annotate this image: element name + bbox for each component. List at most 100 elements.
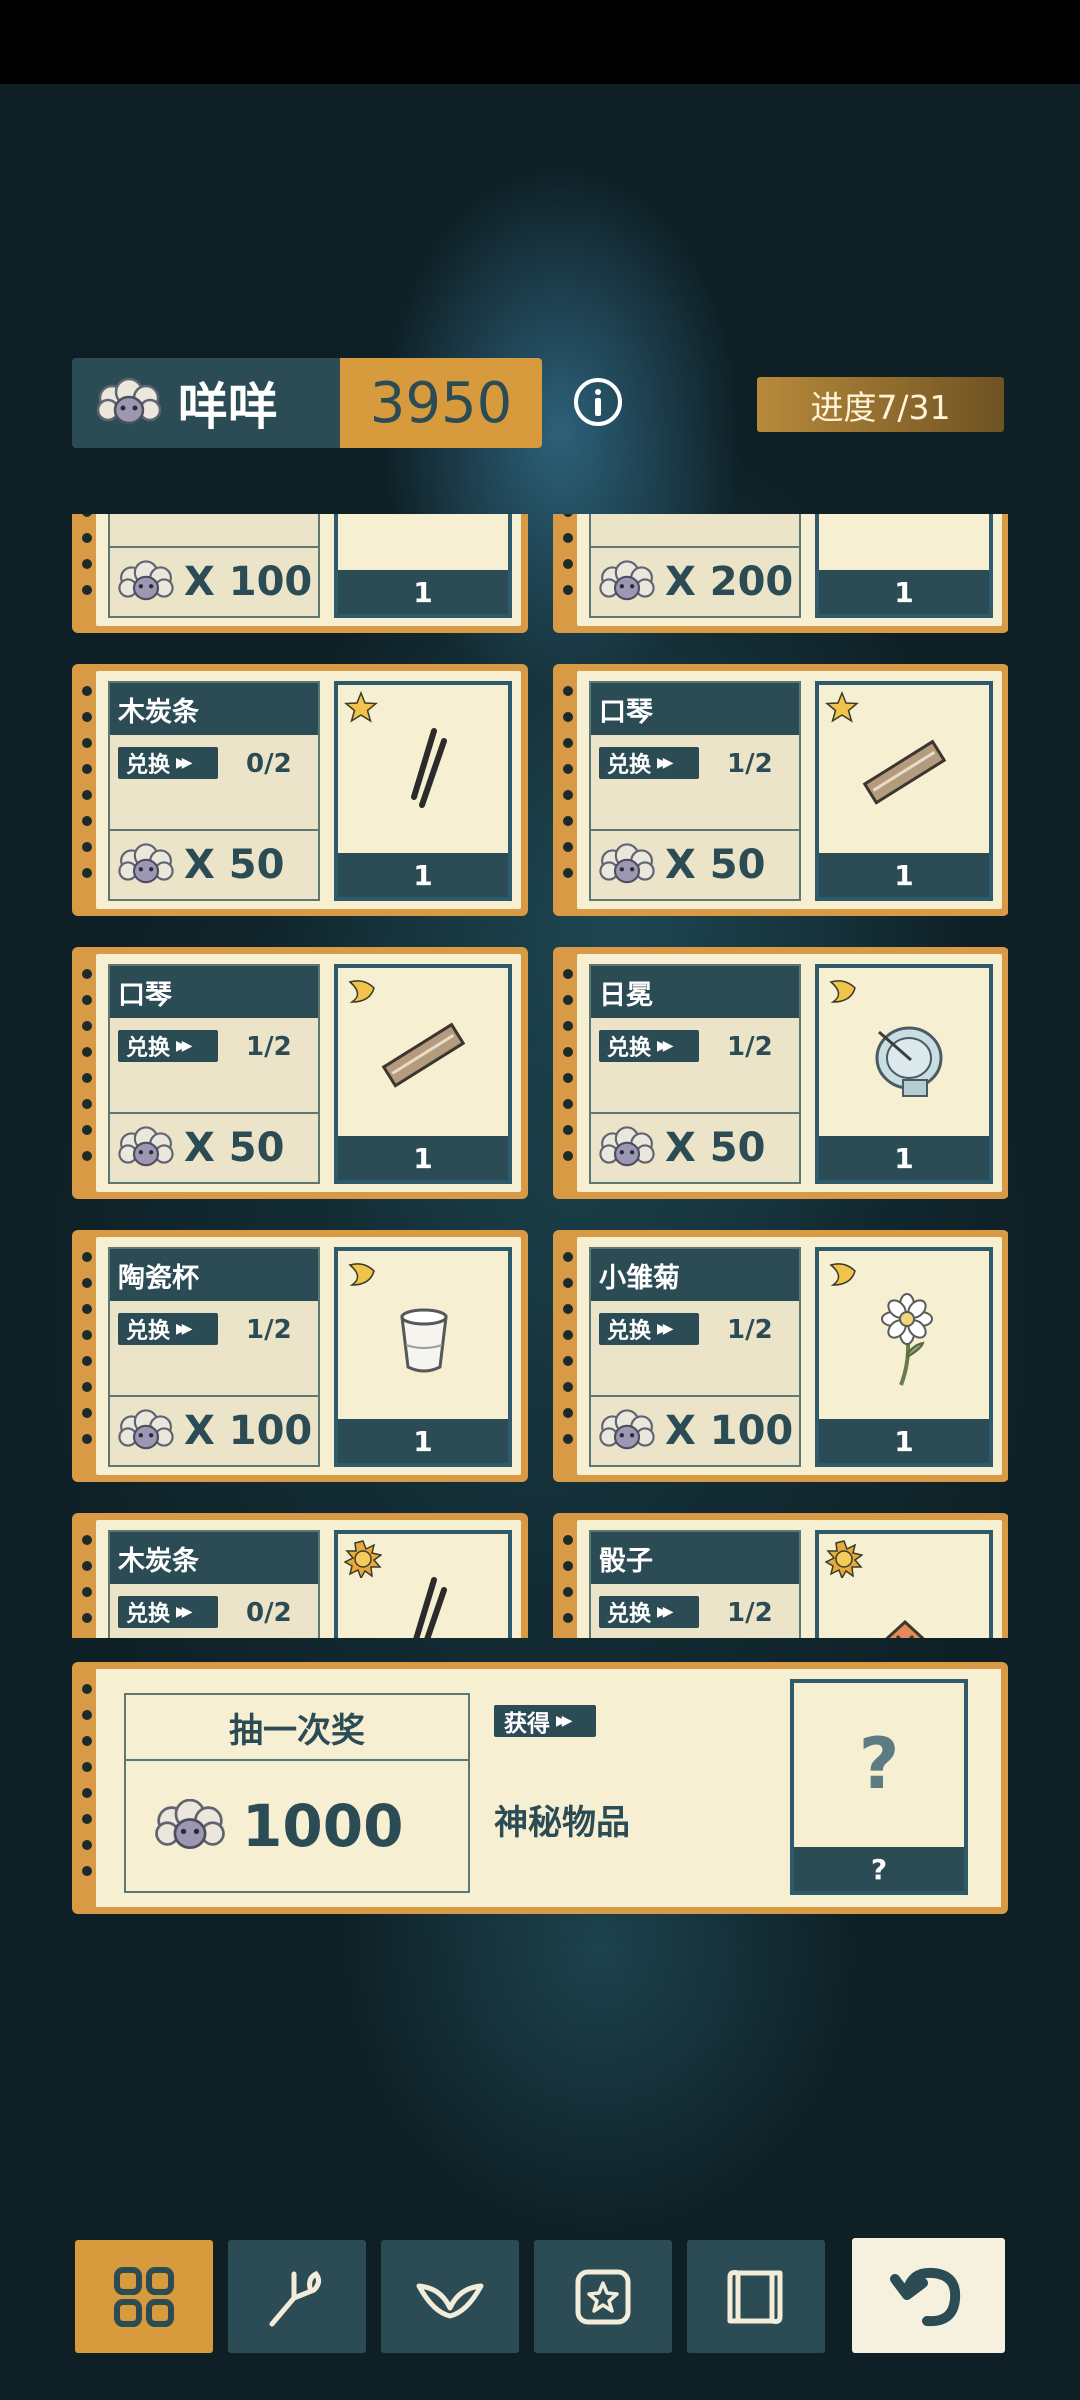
item-price: X 50 — [184, 1125, 285, 1171]
nav-star-button[interactable] — [534, 2240, 672, 2353]
item-price: X 100 — [665, 1408, 794, 1454]
exchange-card[interactable]: 木炭条 兑换 ▶▶ 0/2 — [72, 1513, 528, 1638]
exchange-count: 0/2 — [246, 749, 292, 779]
exchange-count: 1/2 — [246, 1315, 292, 1345]
item-slot[interactable]: 1 — [815, 681, 993, 901]
item-qty: 1 — [819, 1419, 989, 1463]
sun-icon — [824, 1540, 864, 1582]
harmonica-icon — [378, 1006, 470, 1106]
currency-amount-box: 3950 — [340, 358, 542, 448]
fast-forward-icon: ▶▶ — [657, 1321, 673, 1337]
item-slot[interactable]: 1 — [334, 964, 512, 1184]
cup-icon — [378, 1289, 470, 1389]
item-qty: 1 — [338, 853, 508, 897]
exchange-card[interactable]: 口琴 兑换 ▶▶ 1/2 X 50 1 — [553, 664, 1008, 916]
binder-rings — [82, 969, 92, 1177]
star-icon — [344, 690, 378, 727]
item-title: 木炭条 — [110, 1532, 318, 1584]
item-title: 骰子 — [591, 1532, 799, 1584]
moon-icon — [825, 1257, 859, 1293]
exchange-button[interactable]: 兑换 ▶▶ — [599, 1030, 699, 1062]
exchange-count: 1/2 — [246, 1032, 292, 1062]
exchange-button[interactable]: 兑换 ▶▶ — [118, 1596, 218, 1628]
fast-forward-icon: ▶▶ — [176, 1038, 192, 1054]
item-qty: 1 — [819, 1136, 989, 1180]
exchange-card[interactable]: X 200 1 — [553, 514, 1008, 633]
draw-title: 抽一次奖 — [126, 1695, 468, 1761]
item-title: 口琴 — [591, 683, 799, 735]
back-arrow-icon — [889, 2267, 960, 2326]
exchange-button[interactable]: 兑换 ▶▶ — [118, 1313, 218, 1345]
item-qty: 1 — [819, 853, 989, 897]
exchange-button[interactable]: 兑换 ▶▶ — [599, 747, 699, 779]
info-icon[interactable] — [574, 378, 622, 426]
grid-icon — [114, 2266, 174, 2327]
item-slot[interactable]: 1 — [334, 514, 512, 618]
get-button[interactable]: 获得 ▶▶ — [494, 1705, 596, 1737]
progress-badge: 进度7/31 — [757, 377, 1004, 432]
charcoal-icon — [378, 723, 470, 823]
exchange-label: 兑换 — [607, 1602, 652, 1627]
item-price: X 200 — [665, 559, 794, 605]
item-info-panel: X 100 — [108, 514, 320, 618]
item-slot[interactable]: 1 — [815, 514, 993, 618]
exchange-label: 兑换 — [126, 1036, 171, 1061]
sheep-icon — [96, 378, 162, 425]
moon-icon — [344, 1257, 378, 1293]
exchange-label: 兑换 — [126, 753, 171, 778]
price-row: X 100 — [591, 1397, 799, 1465]
exchange-card[interactable]: 骰子兑换 ▶▶ 1/2 — [553, 1513, 1008, 1638]
sheep-icon — [118, 1126, 174, 1167]
item-info-panel: 骰子兑换 ▶▶ 1/2 — [589, 1530, 801, 1638]
exchange-card[interactable]: 木炭条兑换 ▶▶ 0/2 X 50 1 — [72, 664, 528, 916]
price-row: X 50 — [110, 1114, 318, 1182]
sheep-icon — [599, 1409, 655, 1450]
exchange-card[interactable]: X 100 1 — [72, 514, 528, 633]
exchange-card[interactable]: 陶瓷杯 兑换 ▶▶ 1/2 X 100 1 — [72, 1230, 528, 1482]
exchange-label: 兑换 — [126, 1602, 171, 1627]
exchange-button[interactable]: 兑换 ▶▶ — [599, 1313, 699, 1345]
exchange-label: 兑换 — [607, 1036, 652, 1061]
exchange-button[interactable]: 兑换 ▶▶ — [118, 747, 218, 779]
nav-leaf-button[interactable] — [381, 2240, 519, 2353]
mystery-item-qty: ? — [794, 1847, 964, 1891]
exchange-card[interactable]: 口琴 兑换 ▶▶ 1/2 X 50 1 — [72, 947, 528, 1199]
exchange-button[interactable]: 兑换 ▶▶ — [118, 1030, 218, 1062]
get-label: 获得 — [504, 1711, 550, 1737]
sheep-icon — [118, 1409, 174, 1450]
exchange-card[interactable]: 日冕 兑换 ▶▶ 1/2 X 50 1 — [553, 947, 1008, 1199]
fast-forward-icon: ▶▶ — [176, 755, 192, 771]
fast-forward-icon: ▶▶ — [556, 1713, 572, 1729]
daisy-icon — [859, 1289, 951, 1389]
lottery-card: 抽一次奖 1000 获得 ▶▶ 神秘物品 ? ? — [72, 1662, 1008, 1914]
binder-rings — [82, 514, 92, 611]
fast-forward-icon: ▶▶ — [176, 1604, 192, 1620]
exchange-list[interactable]: X 100 1 X 200 1 木炭条 兑换 ▶▶ 0/2 X 50 1 口琴 兑换 ▶▶ 1/2 X 50… — [72, 514, 1008, 1638]
item-slot[interactable] — [334, 1530, 512, 1638]
dice-icon — [859, 1572, 951, 1638]
draw-button[interactable]: 抽一次奖 1000 — [124, 1693, 470, 1893]
sheep-icon — [599, 843, 655, 884]
item-slot[interactable]: 1 — [815, 1247, 993, 1467]
back-button[interactable] — [852, 2238, 1005, 2353]
moon-icon — [825, 974, 859, 1010]
price-row: X 50 — [110, 831, 318, 899]
item-price: X 50 — [184, 842, 285, 888]
item-slot[interactable]: 1 — [815, 964, 993, 1184]
item-title: 木炭条 — [110, 683, 318, 735]
exchange-button[interactable]: 兑换 ▶▶ — [599, 1596, 699, 1628]
nav-grid-button[interactable] — [75, 2240, 213, 2353]
nav-branch-button[interactable] — [228, 2240, 366, 2353]
nav-map-button[interactable] — [687, 2240, 825, 2353]
item-slot[interactable]: 1 — [334, 681, 512, 901]
exchange-count: 1/2 — [727, 1032, 773, 1062]
item-slot[interactable]: 1 — [334, 1247, 512, 1467]
mystery-item-box[interactable]: ? ? — [790, 1679, 968, 1895]
item-info-panel: 日冕 兑换 ▶▶ 1/2 X 50 — [589, 964, 801, 1184]
exchange-count: 1/2 — [727, 1598, 773, 1628]
item-slot[interactable] — [815, 1530, 993, 1638]
price-row: X 50 — [591, 831, 799, 899]
exchange-label: 兑换 — [607, 753, 652, 778]
exchange-card[interactable]: 小雏菊 兑换 ▶▶ 1/2 X 100 1 — [553, 1230, 1008, 1482]
binder-rings — [563, 1535, 573, 1638]
